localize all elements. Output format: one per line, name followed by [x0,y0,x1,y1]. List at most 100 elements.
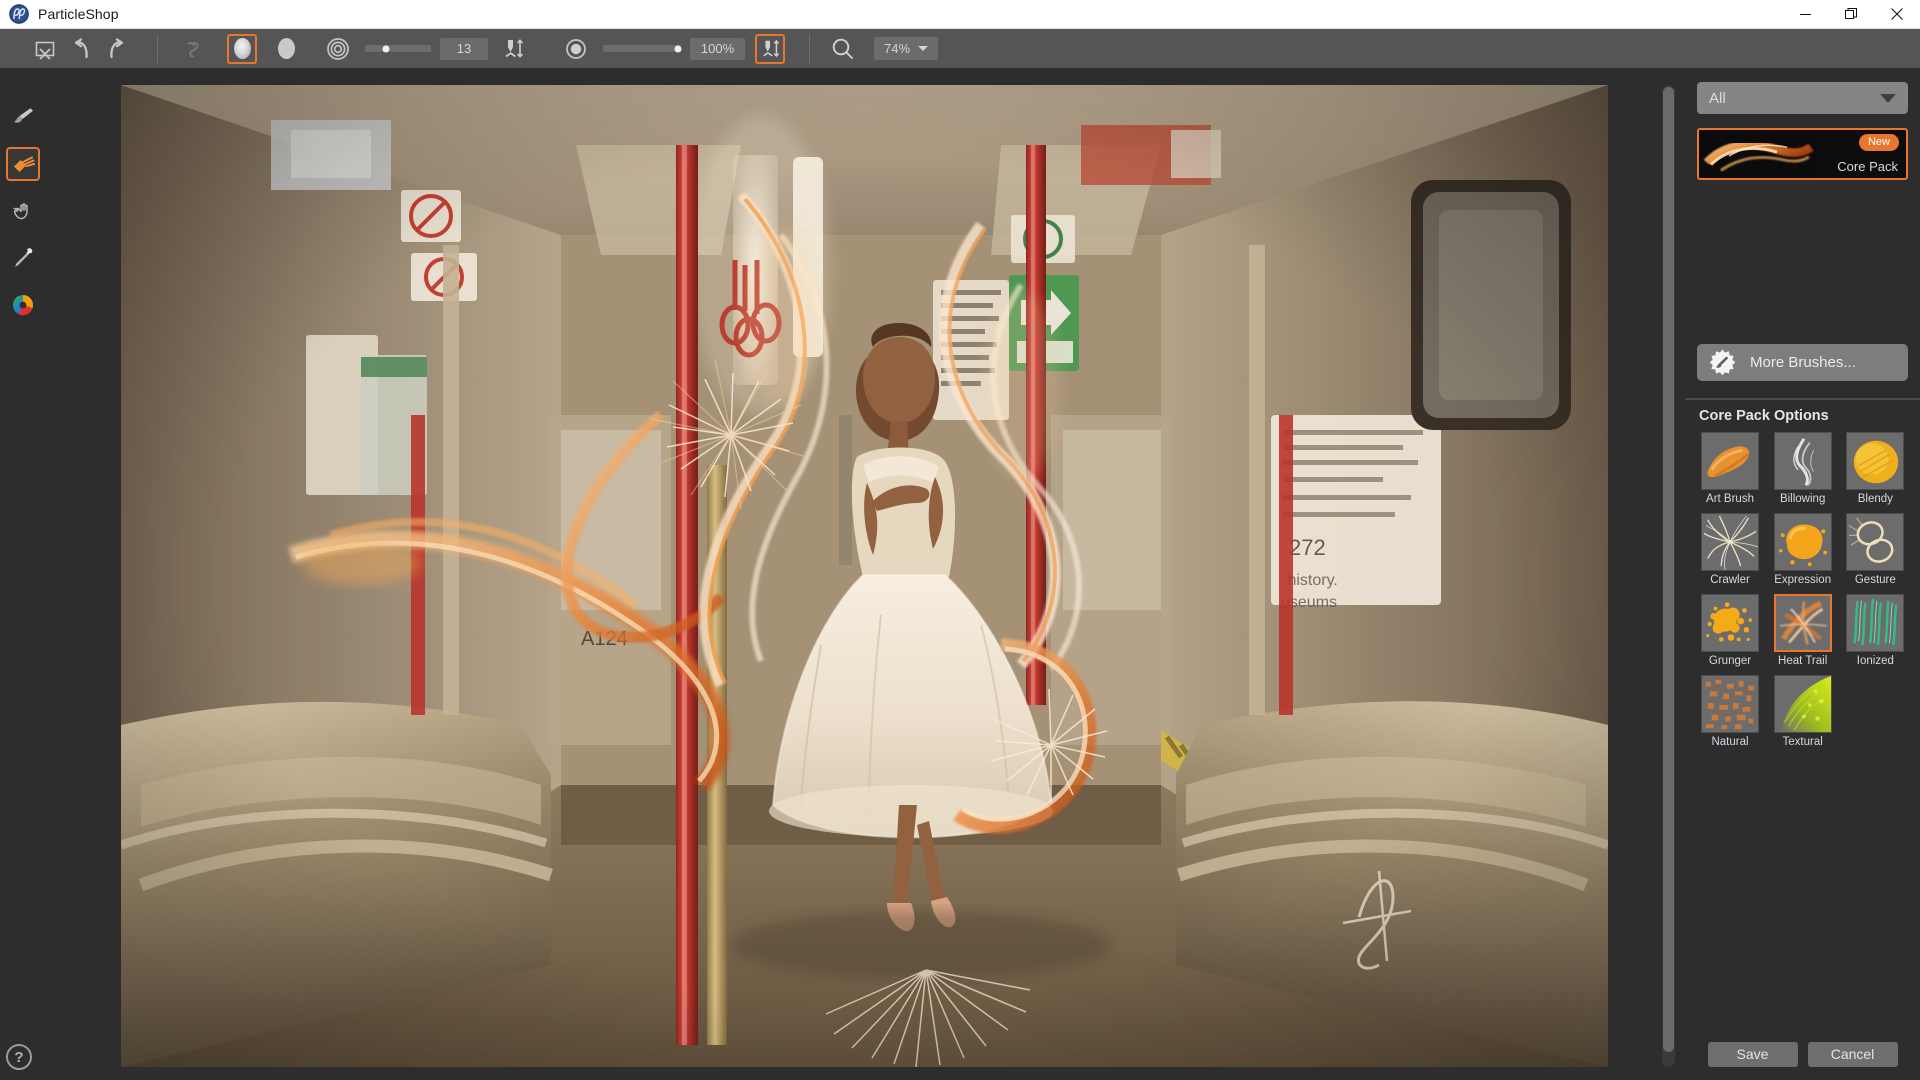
save-button[interactable]: Save [1707,1041,1798,1067]
particleshop-logo-icon [9,4,29,24]
flame-swoosh-thumb [1699,130,1817,178]
crawler-thumb [1701,513,1759,571]
smudge-tool[interactable] [6,194,40,228]
panel-divider [1685,398,1920,400]
tool-sidebar: ? [0,68,45,1080]
toolbar-divider-1 [157,34,158,63]
artwork-canvas[interactable]: 272 .history. useums [121,85,1608,1067]
hard-brush-preview [277,38,295,59]
brush-burst-icon [1709,349,1736,376]
brush-option-label: Billowing [1779,493,1826,505]
brush-size-knob[interactable] [382,45,390,52]
brush-option-label: Gesture [1854,574,1896,586]
brush-option-billowing[interactable]: Billowing [1770,432,1836,505]
color-wheel-icon [12,295,33,316]
app-title: ParticleShop [38,6,119,22]
opacity-dot-icon [561,34,591,64]
particle-brush-tool[interactable] [5,147,40,181]
title-bar: ParticleShop [0,0,1920,29]
paint-brush-tool[interactable] [6,100,40,134]
size-pressure-icon[interactable] [498,34,528,64]
brush-option-label: Art Brush [1706,493,1754,505]
paint-brush-icon [13,108,33,123]
brush-panel: All New Core Pack More Brushes... Core P… [1685,68,1920,1080]
toolbar-divider-2 [809,34,810,63]
more-brushes-label: More Brushes... [1750,354,1856,371]
cancel-button[interactable]: Cancel [1807,1041,1898,1067]
particleshop-window: ParticleShop 13 100% 74% ? All New Core … [0,0,1920,1080]
blendy-thumb [1846,432,1905,490]
opacity-track[interactable] [603,45,682,52]
soft-brush-preview [233,38,251,59]
panel-footer: Save Cancel [1685,1028,1920,1080]
brush-option-heat-trail[interactable]: Heat Trail [1770,594,1836,667]
main-toolbar: 13 100% 74% [0,29,1920,68]
hard-round-brush-icon[interactable] [271,34,301,64]
chevron-down-icon [1880,93,1896,103]
clear-canvas-icon[interactable] [30,34,60,64]
brush-pack-core-pack[interactable]: New Core Pack [1697,128,1908,180]
brush-option-expression[interactable]: Expression [1770,513,1836,586]
artwork-image: 272 .history. useums [121,85,1608,1067]
eyedropper-icon [14,248,32,267]
brush-option-art-brush[interactable]: Art Brush [1697,432,1763,505]
brush-option-gesture[interactable]: Gesture [1842,513,1908,586]
opacity-pressure-icon[interactable] [755,33,785,64]
minimize-button[interactable] [1782,0,1828,29]
new-badge: New [1858,134,1899,151]
redo-arrow-icon[interactable] [102,34,132,64]
brush-option-grunger[interactable]: Grunger [1697,594,1763,667]
opacity-value[interactable]: 100% [690,37,745,60]
chain-link-icon[interactable] [178,34,208,64]
eyedropper-tool[interactable] [6,241,40,275]
brush-filter-value: All [1709,89,1726,107]
close-button[interactable] [1874,0,1920,29]
canvas-area[interactable]: 272 .history. useums [45,68,1685,1080]
particle-brush-icon [13,156,35,172]
heat-trail-thumb [1773,594,1832,652]
natural-thumb [1701,675,1759,733]
restore-button[interactable] [1828,0,1874,29]
ionized-thumb [1846,594,1905,652]
opacity-knob[interactable] [674,45,682,52]
brush-option-ionized[interactable]: Ionized [1842,594,1908,667]
help-button[interactable]: ? [6,1044,32,1070]
brush-size-slider[interactable] [356,45,440,52]
filter-dropdown-wrap: All [1685,68,1920,114]
brush-options-grid: Art Brush Billowing Blendy Crawler Expre… [1697,432,1910,748]
brush-size-value[interactable]: 13 [440,37,488,60]
brush-option-label: Expression [1774,574,1832,586]
chevron-down-icon [918,46,929,51]
core-pack-options-title: Core Pack Options [1699,408,1829,424]
brush-option-textural[interactable]: Textural [1770,675,1836,748]
billowing-thumb [1773,432,1832,490]
expression-thumb [1773,513,1832,571]
brush-option-label: Crawler [1710,574,1750,586]
brush-pack-label: Core Pack [1837,159,1898,174]
brush-option-natural[interactable]: Natural [1697,675,1763,748]
color-wheel-tool[interactable] [6,288,40,322]
textural-thumb [1773,675,1832,733]
undo-arrow-icon[interactable] [66,34,96,64]
scrollbar-thumb[interactable] [1663,87,1674,1052]
brush-option-label: Blendy [1857,493,1893,505]
smudge-hand-icon [12,203,28,220]
brush-size-rings-icon [323,34,353,64]
brush-option-label: Heat Trail [1778,655,1828,667]
grunger-thumb [1701,594,1759,652]
brush-option-label: Textural [1782,736,1823,748]
canvas-vertical-scrollbar[interactable] [1662,85,1675,1067]
brush-option-crawler[interactable]: Crawler [1697,513,1763,586]
brush-option-blendy[interactable]: Blendy [1842,432,1908,505]
brush-filter-dropdown[interactable]: All [1697,82,1908,114]
gesture-thumb [1846,513,1905,571]
zoom-level-dropdown[interactable]: 74% [874,37,938,60]
more-brushes-button[interactable]: More Brushes... [1697,344,1908,381]
brush-option-label: Ionized [1856,655,1894,667]
brush-option-label: Natural [1711,736,1749,748]
magnifier-icon[interactable] [828,34,858,64]
help-question-icon: ? [14,1048,24,1066]
opacity-slider[interactable] [594,45,690,52]
brush-size-track[interactable] [365,45,431,52]
soft-round-brush-icon[interactable] [227,33,257,64]
